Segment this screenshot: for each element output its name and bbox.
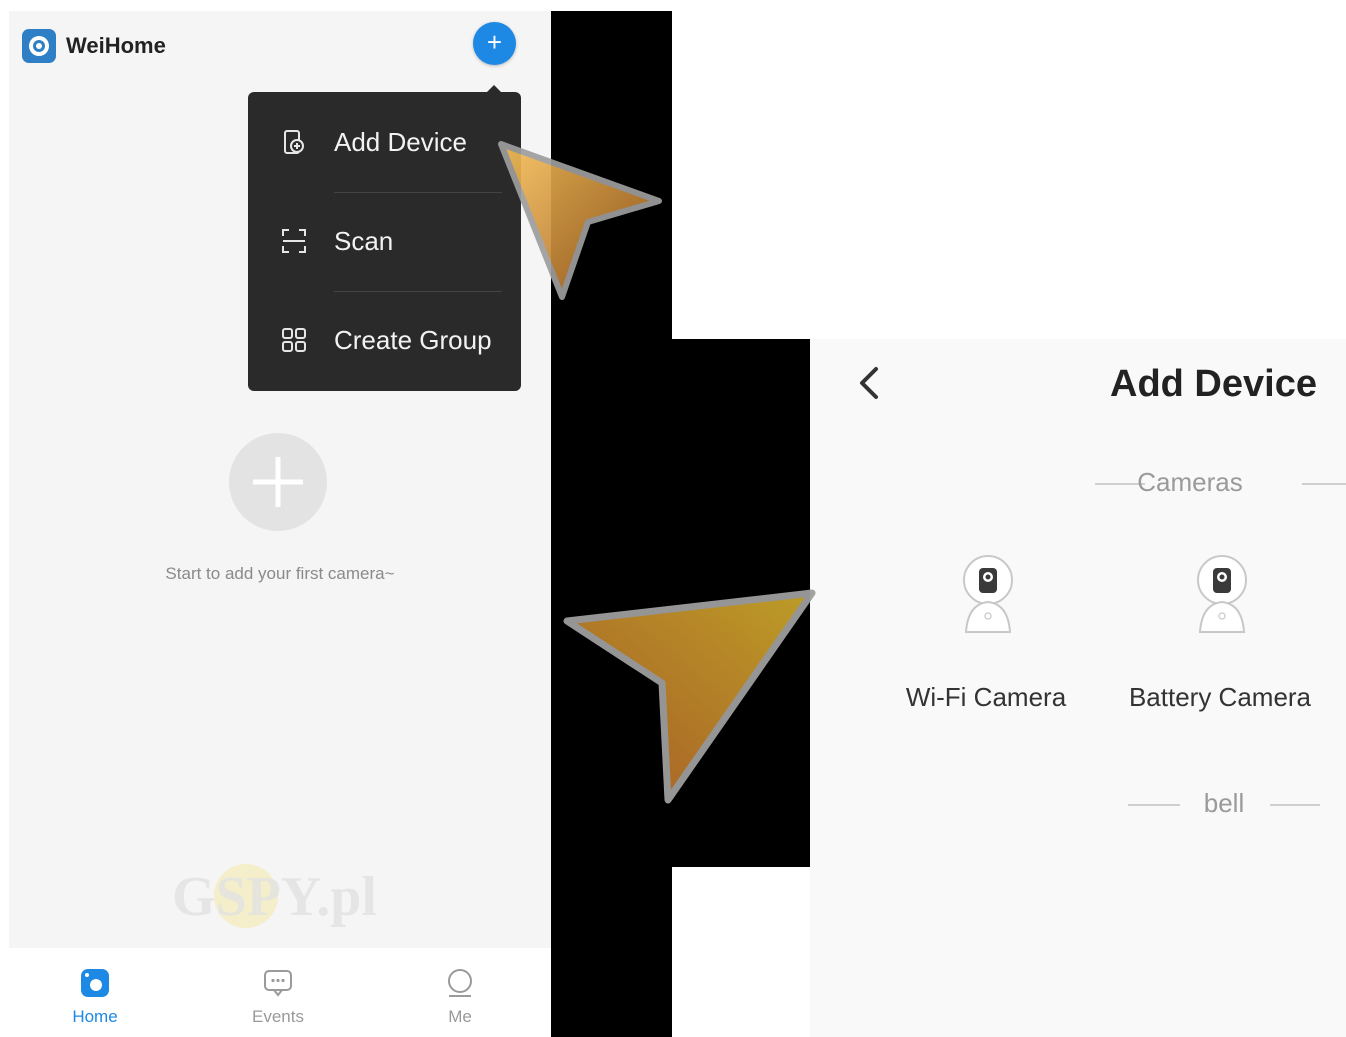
device-label: Wi-Fi Camera: [905, 682, 1067, 712]
nav-me[interactable]: Me: [400, 948, 520, 1037]
nav-label: Me: [448, 1007, 472, 1026]
battery-camera-icon: [1197, 555, 1247, 633]
home-camera-icon: [81, 969, 109, 997]
menu-item-label: Create Group: [334, 324, 492, 355]
menu-item-label: Scan: [334, 225, 394, 256]
section-heading-cameras: Cameras: [1137, 467, 1243, 497]
watermark-logo: GSPY.pl: [164, 851, 404, 941]
events-chat-icon: [264, 970, 292, 997]
plus-icon: [253, 457, 303, 507]
nav-events[interactable]: Events: [218, 948, 338, 1037]
scan-icon: [282, 229, 306, 253]
group-icon: [282, 328, 306, 352]
device-tile-wifi-camera[interactable]: Wi-Fi Camera: [886, 554, 1086, 724]
menu-item-add-device[interactable]: Add Device: [248, 107, 521, 177]
plus-icon: +: [486, 27, 503, 57]
bottom-nav: Home Events Me: [9, 948, 551, 1037]
menu-divider: [334, 192, 502, 193]
nav-label: Home: [72, 1007, 118, 1026]
home-screen: WeiHome + Add Device Scan Create Group S…: [9, 11, 551, 1037]
menu-item-label: Add Device: [334, 126, 467, 157]
watermark-text: GSPY.pl: [172, 866, 377, 928]
app-header: WeiHome: [22, 28, 166, 64]
app-title: WeiHome: [66, 33, 166, 58]
black-separator: [551, 11, 672, 1037]
device-label: Battery Camera: [1128, 682, 1312, 712]
add-device-screen: Add Device Cameras Wi-Fi Camera Battery …: [810, 339, 1346, 1037]
empty-state-text: Start to add your first camera~: [165, 564, 395, 583]
device-tile-battery-camera[interactable]: Battery Camera: [1120, 554, 1320, 724]
add-button[interactable]: +: [473, 22, 516, 65]
nav-home[interactable]: Home: [35, 948, 155, 1037]
section-divider: [1302, 483, 1346, 485]
app-logo-icon: [22, 29, 56, 63]
menu-divider: [334, 291, 502, 292]
page-title: Add Device: [1110, 363, 1317, 405]
black-separator: [672, 339, 810, 867]
back-chevron-icon[interactable]: [854, 363, 884, 403]
menu-item-create-group[interactable]: Create Group: [248, 305, 521, 375]
add-device-icon: [284, 130, 304, 154]
wifi-camera-icon: [963, 555, 1013, 633]
empty-add-button[interactable]: [229, 433, 327, 531]
section-divider: [1270, 804, 1320, 806]
nav-label: Events: [252, 1007, 304, 1026]
profile-icon: [448, 969, 472, 997]
menu-item-scan[interactable]: Scan: [248, 206, 521, 276]
add-menu: Add Device Scan Create Group: [248, 92, 521, 391]
